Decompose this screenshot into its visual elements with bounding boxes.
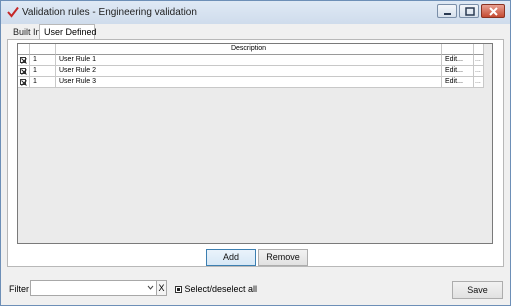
row-edit-link[interactable]: Edit... [442,66,474,77]
row-description[interactable]: User Rule 2 [56,66,442,77]
filter-combobox[interactable] [30,280,157,296]
rules-grid[interactable]: Description 1 User Rule 1 Edit... ... 1 … [17,43,493,244]
select-all-toggle[interactable]: Select/deselect all [175,284,257,294]
validation-rules-window: Validation rules - Engineering validatio… [0,0,511,306]
row-checkbox[interactable] [18,55,30,66]
checkmark-icon [7,6,19,18]
maximize-button[interactable] [459,4,479,18]
tab-user-defined[interactable]: User Defined [39,24,97,40]
filter-input[interactable] [32,282,146,294]
header-check-cell [18,44,30,55]
table-row[interactable]: 1 User Rule 2 Edit... ... [18,66,484,77]
tab-built-in[interactable]: Built In [9,25,41,39]
header-description[interactable]: Description [56,44,442,55]
row-more-button[interactable]: ... [474,77,484,88]
clear-filter-button[interactable]: X [156,280,167,296]
row-edit-link[interactable]: Edit... [442,77,474,88]
filter-label: Filter [9,284,29,294]
row-description[interactable]: User Rule 1 [56,55,442,66]
minimize-button[interactable] [437,4,457,18]
close-icon [489,7,498,16]
row-checkbox[interactable] [18,66,30,77]
close-button[interactable] [481,4,505,18]
maximize-icon [465,7,475,16]
row-number: 1 [30,55,56,66]
row-number: 1 [30,77,56,88]
add-button[interactable]: Add [206,249,256,266]
header-more-cell [474,44,484,55]
row-number: 1 [30,66,56,77]
window-title: Validation rules - Engineering validatio… [22,7,197,18]
row-more-button[interactable]: ... [474,66,484,77]
checked-x-icon [20,79,27,86]
header-edit-cell [442,44,474,55]
select-all-label: Select/deselect all [184,284,258,294]
chevron-down-icon[interactable] [147,284,154,291]
row-edit-link[interactable]: Edit... [442,55,474,66]
row-description[interactable]: User Rule 3 [56,77,442,88]
minimize-icon [444,13,451,15]
table-row[interactable]: 1 User Rule 3 Edit... ... [18,77,484,88]
user-defined-panel: Description 1 User Rule 1 Edit... ... 1 … [7,39,504,267]
remove-button[interactable]: Remove [258,249,308,266]
header-number-cell [30,44,56,55]
row-checkbox[interactable] [18,77,30,88]
select-all-checkbox[interactable] [175,286,182,293]
row-more-button[interactable]: ... [474,55,484,66]
checked-x-icon [20,68,27,75]
checked-x-icon [20,57,27,64]
grid-header: Description [18,44,484,55]
title-bar[interactable]: Validation rules - Engineering validatio… [1,1,510,24]
table-row[interactable]: 1 User Rule 1 Edit... ... [18,55,484,66]
save-button[interactable]: Save [452,281,503,299]
